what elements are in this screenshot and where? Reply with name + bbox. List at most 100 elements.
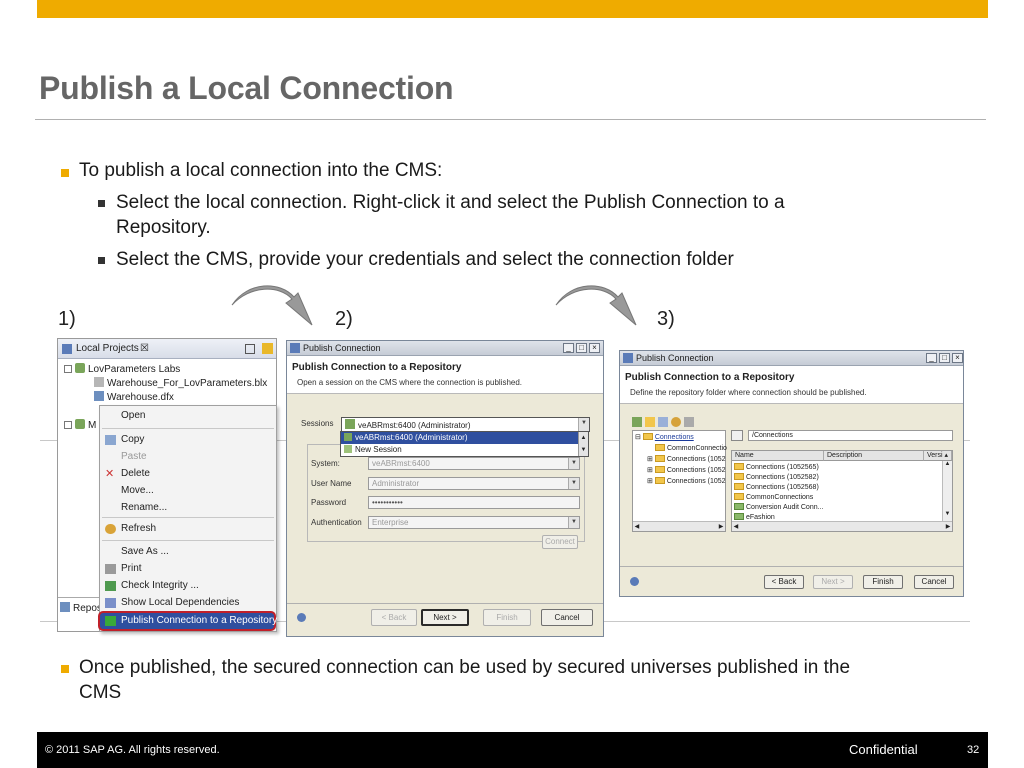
chevron-down-icon: ▼ (568, 517, 579, 528)
folder-icon (734, 493, 744, 500)
authentication-select[interactable]: Enterprise ▼ (368, 516, 580, 529)
collapse-icon[interactable] (64, 421, 72, 429)
delete-icon[interactable] (684, 417, 694, 427)
sessions-select[interactable]: veABRmst:6400 (Administrator) ▼ (341, 417, 590, 432)
menu-item-move[interactable]: Move... (100, 483, 276, 499)
dialog-heading: Publish Connection to a Repository (625, 372, 795, 383)
folder-icon (655, 444, 665, 451)
chevron-down-icon[interactable]: ▼ (578, 418, 589, 431)
check-icon (105, 581, 116, 591)
dropdown-option-new-session[interactable]: New Session (341, 444, 578, 456)
minimize-button[interactable]: _ (563, 343, 574, 353)
back-button[interactable]: < Back (764, 575, 804, 589)
column-header-version[interactable]: Versi ▴ (924, 451, 952, 461)
column-header-description[interactable]: Description (824, 451, 924, 461)
title-divider (35, 119, 986, 120)
password-field[interactable]: ••••••••••• (368, 496, 580, 509)
menu-item-check-integrity[interactable]: Check Integrity ... (100, 578, 276, 594)
menu-item-paste[interactable]: Paste (100, 449, 276, 465)
connect-button[interactable]: Connect (542, 535, 578, 549)
menu-item-rename[interactable]: Rename... (100, 500, 276, 516)
back-button[interactable]: < Back (371, 609, 417, 626)
menu-item-delete[interactable]: ✕ Delete (100, 466, 276, 482)
tree-folder[interactable]: ⊞ Connections (1052 (647, 477, 726, 485)
page-number: 32 (967, 744, 980, 756)
dialog-banner: Publish Connection to a Repository Open … (287, 356, 603, 394)
tree-folder[interactable]: CommonConnectio (655, 444, 727, 452)
dropdown-scrollbar[interactable]: ▲ ▼ (578, 432, 588, 456)
sessions-dropdown-list: veABRmst:6400 (Administrator) New Sessio… (340, 431, 589, 457)
folder-icon[interactable] (645, 417, 655, 427)
finish-button[interactable]: Finish (483, 609, 531, 626)
close-button[interactable]: × (589, 343, 600, 353)
menu-item-open[interactable]: Open (100, 408, 276, 424)
menu-item-refresh[interactable]: Refresh (100, 521, 276, 537)
repository-tab[interactable]: Repos (60, 602, 102, 614)
dialog-titlebar: Publish Connection _ □ × (620, 351, 963, 366)
link-icon[interactable] (262, 343, 273, 354)
system-field[interactable]: veABRmst:6400 ▼ (368, 457, 580, 470)
vertical-scrollbar[interactable]: ▲ ▼ (942, 461, 952, 521)
sub-bullet-marker (98, 200, 105, 207)
table-row[interactable]: Connections (1052582) (734, 473, 819, 481)
project-icon (75, 363, 85, 373)
table-row[interactable]: Connections (1052568) (734, 483, 819, 491)
tree-folder[interactable]: ⊞ Connections (1052 (647, 466, 726, 474)
dropdown-option-session[interactable]: veABRmst:6400 (Administrator) (341, 432, 578, 444)
menu-item-print[interactable]: Print (100, 561, 276, 577)
tree-item-project[interactable]: LovParameters Labs (64, 363, 180, 375)
tree-item-dfx[interactable]: Warehouse.dfx (94, 391, 174, 403)
table-row[interactable]: eFashion (734, 513, 775, 521)
close-icon[interactable]: ☒ (140, 343, 149, 354)
cancel-button[interactable]: Cancel (914, 575, 954, 589)
tree-item-collapsed[interactable]: M (64, 419, 96, 431)
user-name-field[interactable]: Administrator ▼ (368, 477, 580, 490)
dependencies-icon (105, 598, 116, 608)
minimize-icon[interactable] (245, 344, 255, 354)
next-button[interactable]: Next > (421, 609, 469, 626)
tree-item-blx[interactable]: Warehouse_For_LovParameters.blx (94, 377, 267, 389)
table-row[interactable]: Conversion Audit Conn... (734, 503, 823, 511)
new-folder-icon[interactable] (632, 417, 642, 427)
horizontal-scrollbar[interactable]: ◀ ▶ (633, 521, 725, 531)
folder-path-field[interactable]: /Connections (748, 430, 953, 441)
menu-item-publish-connection[interactable]: Publish Connection to a Repository (98, 611, 277, 631)
business-layer-icon (94, 377, 104, 387)
window-icon (623, 353, 633, 363)
help-icon[interactable] (630, 577, 639, 586)
step-1-label: 1) (58, 308, 76, 330)
menu-item-show-local-dependencies[interactable]: Show Local Dependencies (100, 595, 276, 611)
properties-icon[interactable] (658, 417, 668, 427)
maximize-button[interactable]: □ (576, 343, 587, 353)
local-projects-tab[interactable]: Local Projects ☒ (58, 339, 276, 359)
collapse-icon[interactable] (64, 365, 72, 373)
next-button[interactable]: Next > (813, 575, 853, 589)
menu-item-save-as[interactable]: Save As ... (100, 544, 276, 560)
column-header-name[interactable]: Name (732, 451, 824, 461)
table-row[interactable]: CommonConnections (734, 493, 813, 501)
up-folder-icon[interactable] (731, 430, 743, 441)
maximize-button[interactable]: □ (939, 353, 950, 363)
repository-icon (60, 602, 70, 612)
help-icon[interactable] (297, 613, 306, 622)
cancel-button[interactable]: Cancel (541, 609, 593, 626)
curved-arrow-icon (230, 283, 316, 334)
horizontal-scrollbar[interactable]: ◀ ▶ (732, 521, 952, 531)
connection-icon (734, 513, 744, 520)
project-icon (62, 344, 72, 354)
folder-icon (734, 463, 744, 470)
menu-item-copy[interactable]: Copy (100, 432, 276, 448)
bullet-marker (61, 665, 69, 673)
tree-folder[interactable]: ⊞ Connections (1052 (647, 455, 726, 463)
finish-button[interactable]: Finish (863, 575, 903, 589)
tree-folder-connections[interactable]: ⊟ Connections (635, 433, 694, 441)
new-session-icon (344, 445, 352, 453)
close-button[interactable]: × (952, 353, 963, 363)
password-label: Password (311, 498, 347, 507)
sessions-label: Sessions (301, 419, 334, 428)
table-row[interactable]: Connections (1052565) (734, 463, 819, 471)
refresh-icon[interactable] (671, 417, 681, 427)
slide-title: Publish a Local Connection (39, 70, 454, 106)
window-icon (290, 343, 300, 353)
minimize-button[interactable]: _ (926, 353, 937, 363)
